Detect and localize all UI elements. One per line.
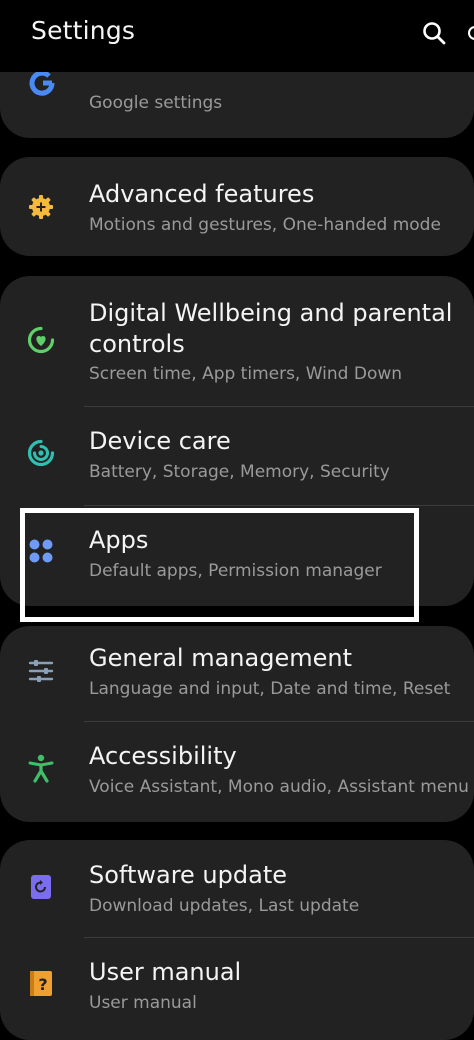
accessibility-person-icon bbox=[28, 754, 54, 783]
device-care-subtitle: Battery, Storage, Memory, Security bbox=[89, 462, 390, 482]
accessibility-subtitle: Voice Assistant, Mono audio, Assistant m… bbox=[89, 777, 469, 797]
card-general-group: General management Language and input, D… bbox=[0, 626, 474, 822]
settings-item-google[interactable]: Google settings bbox=[0, 72, 474, 138]
settings-item-advanced-features[interactable]: Advanced features Motions and gestures, … bbox=[0, 157, 474, 256]
card-wellbeing-group: Digital Wellbeing and parental controls … bbox=[0, 276, 474, 606]
more-options-icon[interactable] bbox=[466, 20, 474, 46]
software-update-label: Software update bbox=[89, 861, 287, 889]
general-management-subtitle: Language and input, Date and time, Reset bbox=[89, 679, 451, 699]
general-management-label: General management bbox=[89, 644, 352, 672]
digital-wellbeing-label-line1: Digital Wellbeing and parental bbox=[89, 299, 453, 327]
sliders-icon bbox=[28, 660, 54, 682]
software-update-icon bbox=[31, 875, 51, 899]
settings-item-general-management[interactable]: General management Language and input, D… bbox=[0, 626, 474, 721]
device-care-icon bbox=[27, 439, 55, 467]
settings-item-accessibility[interactable]: Accessibility Voice Assistant, Mono audi… bbox=[0, 722, 474, 822]
wellbeing-heart-icon bbox=[27, 326, 55, 354]
device-care-label: Device care bbox=[89, 427, 231, 455]
advanced-features-subtitle: Motions and gestures, One-handed mode bbox=[89, 215, 441, 235]
digital-wellbeing-label-line2: controls bbox=[89, 330, 185, 358]
advanced-features-label: Advanced features bbox=[89, 180, 315, 208]
settings-item-software-update[interactable]: Software update Download updates, Last u… bbox=[0, 840, 474, 937]
user-manual-icon: ? bbox=[30, 971, 52, 996]
google-icon bbox=[29, 72, 55, 96]
google-item-subtitle: Google settings bbox=[89, 93, 223, 113]
software-update-subtitle: Download updates, Last update bbox=[89, 896, 360, 916]
user-manual-label: User manual bbox=[89, 958, 242, 986]
gear-plus-icon bbox=[29, 195, 53, 219]
user-manual-subtitle: User manual bbox=[89, 993, 197, 1013]
apps-label: Apps bbox=[89, 526, 149, 554]
search-icon[interactable] bbox=[421, 20, 447, 46]
card-google: Google settings bbox=[0, 72, 474, 138]
digital-wellbeing-subtitle: Screen time, App timers, Wind Down bbox=[89, 364, 403, 384]
settings-item-user-manual[interactable]: ? User manual User manual bbox=[0, 938, 474, 1038]
settings-item-apps[interactable]: Apps Default apps, Permission manager bbox=[0, 506, 474, 606]
card-software-group: Software update Download updates, Last u… bbox=[0, 840, 474, 1040]
apps-dots-icon bbox=[29, 539, 53, 563]
svg-text:?: ? bbox=[38, 975, 47, 994]
settings-item-digital-wellbeing[interactable]: Digital Wellbeing and parental controls … bbox=[0, 276, 474, 406]
page-title: Settings bbox=[31, 16, 136, 45]
app-bar: Settings bbox=[0, 0, 474, 72]
card-advanced: Advanced features Motions and gestures, … bbox=[0, 157, 474, 256]
accessibility-label: Accessibility bbox=[89, 742, 237, 770]
apps-subtitle: Default apps, Permission manager bbox=[89, 561, 382, 581]
settings-item-device-care[interactable]: Device care Battery, Storage, Memory, Se… bbox=[0, 407, 474, 505]
